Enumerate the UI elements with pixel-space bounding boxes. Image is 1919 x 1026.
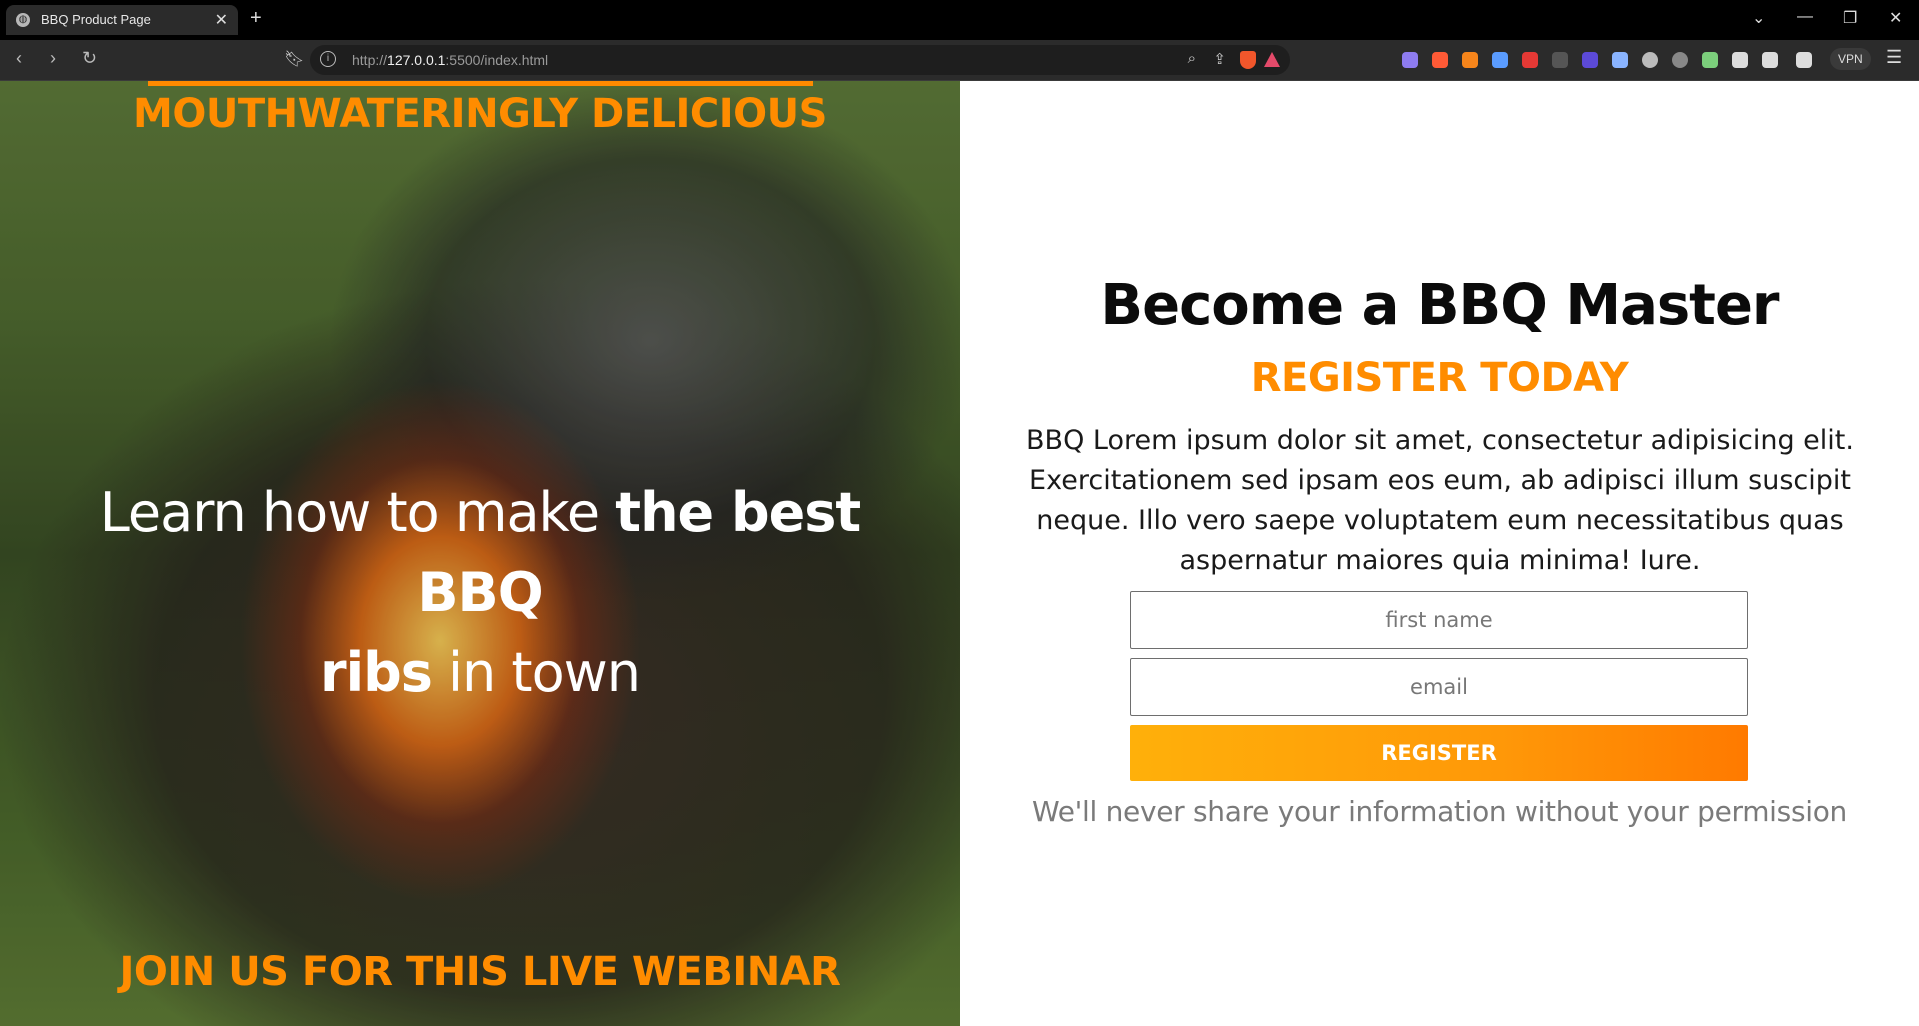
reload-icon[interactable]: ↻: [82, 48, 97, 69]
brave-shields-icon[interactable]: [1240, 51, 1256, 69]
url-host: 127.0.0.1: [387, 52, 446, 68]
restore-icon[interactable]: ❐: [1843, 8, 1857, 28]
minimize-icon[interactable]: —: [1797, 8, 1813, 26]
hero-headline: Learn how to make the best BBQ ribs in to…: [30, 473, 930, 713]
extension-icon-2[interactable]: [1432, 52, 1448, 68]
description-text: BBQ Lorem ipsum dolor sit amet, consecte…: [1026, 425, 1854, 576]
extension-icon-6[interactable]: [1552, 52, 1568, 68]
headline-part-2: in town: [431, 641, 641, 704]
extension-icon-9[interactable]: [1642, 52, 1658, 68]
email-field[interactable]: [1130, 658, 1748, 716]
extensions-puzzle-icon[interactable]: [1732, 52, 1748, 68]
new-tab-button[interactable]: +: [250, 7, 262, 30]
top-tagline: MOUTHWATERINGLY DELICIOUS: [133, 91, 827, 137]
register-panel: Become a BBQ Master REGISTER TODAY BBQ L…: [960, 81, 1919, 1026]
sidebar-icon[interactable]: [1762, 52, 1778, 68]
site-info-icon[interactable]: i: [320, 51, 336, 67]
extension-icon-11[interactable]: [1702, 52, 1718, 68]
metamask-icon[interactable]: [1462, 52, 1478, 68]
brave-rewards-icon[interactable]: [1264, 52, 1280, 67]
url-text[interactable]: http://127.0.0.1:5500/index.html: [352, 52, 548, 68]
first-name-field[interactable]: [1130, 591, 1748, 649]
extension-icon-7[interactable]: [1582, 52, 1598, 68]
register-subtitle: REGISTER TODAY: [1250, 355, 1629, 401]
top-accent-line: [148, 81, 813, 86]
address-bar[interactable]: i http://127.0.0.1:5500/index.html ⌕ ⇪: [310, 45, 1290, 75]
headline-bold-2: ribs: [319, 641, 433, 704]
headline-part-1: Learn how to make: [99, 481, 616, 544]
tab-bar: ◍ BBQ Product Page ✕ + ⌄ — ❐ ✕: [0, 0, 1919, 40]
extension-icon-10[interactable]: [1672, 52, 1688, 68]
bottom-tagline: JOIN US FOR THIS LIVE WEBINAR: [119, 949, 841, 995]
zoom-icon[interactable]: ⌕: [1188, 50, 1196, 67]
url-scheme: http://: [352, 52, 388, 68]
globe-icon: ◍: [16, 13, 30, 27]
url-path: :5500/index.html: [445, 52, 549, 68]
tab-bbq-product-page[interactable]: ◍ BBQ Product Page ✕: [6, 5, 238, 35]
browser-toolbar: ‹ › ↻ 🔖︎ i http://127.0.0.1:5500/index.h…: [0, 40, 1919, 81]
extension-icon-4[interactable]: [1492, 52, 1508, 68]
forward-icon[interactable]: ›: [50, 48, 56, 69]
menu-icon[interactable]: ☰: [1886, 47, 1902, 68]
wallet-icon[interactable]: [1796, 52, 1812, 68]
tab-close-icon[interactable]: ✕: [215, 10, 228, 30]
tab-search-dropdown-icon[interactable]: ⌄: [1752, 8, 1765, 28]
privacy-note: We'll never share your information witho…: [1031, 795, 1847, 828]
react-devtools-icon[interactable]: [1612, 52, 1628, 68]
vpn-button[interactable]: VPN: [1830, 48, 1871, 70]
back-icon[interactable]: ‹: [16, 48, 22, 69]
hero-section: MOUTHWATERINGLY DELICIOUS Learn how to m…: [0, 81, 960, 1026]
tab-title: BBQ Product Page: [41, 12, 151, 27]
close-window-icon[interactable]: ✕: [1889, 8, 1902, 28]
bookmark-icon[interactable]: 🔖︎: [284, 49, 304, 69]
page-title: Become a BBQ Master: [1100, 273, 1779, 338]
register-button[interactable]: REGISTER: [1130, 725, 1748, 781]
browser-chrome: ◍ BBQ Product Page ✕ + ⌄ — ❐ ✕ ‹ › ↻ 🔖︎ …: [0, 0, 1919, 81]
extension-icon-1[interactable]: [1402, 52, 1418, 68]
extension-icon-5[interactable]: [1522, 52, 1538, 68]
share-icon[interactable]: ⇪: [1213, 50, 1226, 68]
